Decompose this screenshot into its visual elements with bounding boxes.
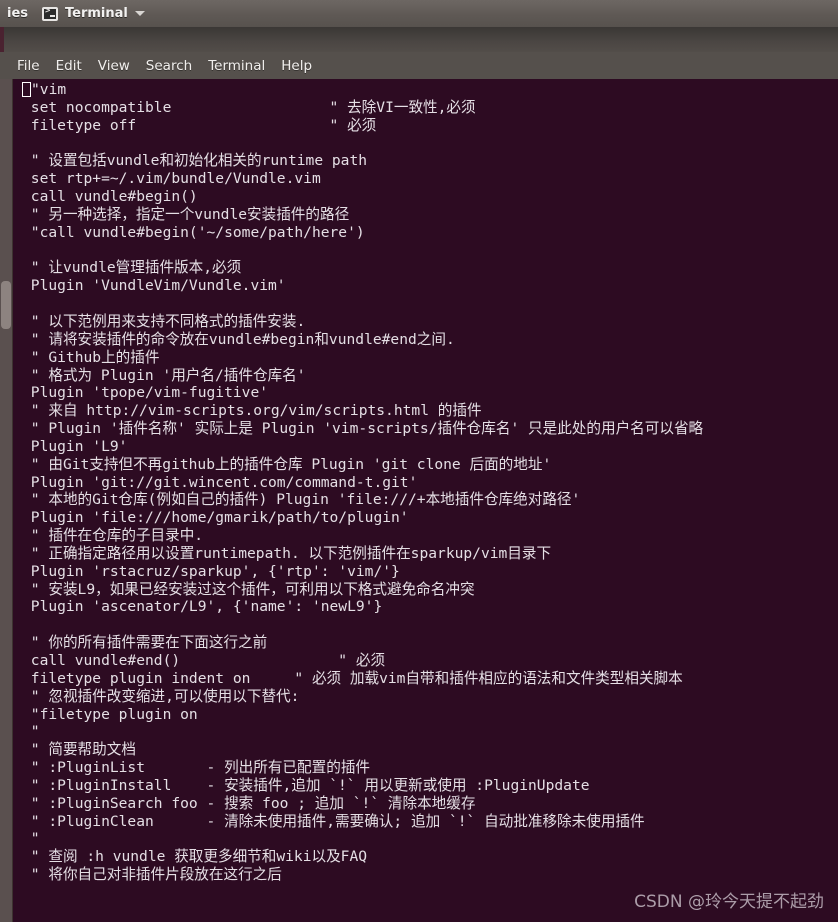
window-left-edge bbox=[0, 27, 4, 52]
terminal-line: " :PluginSearch foo - 搜索 foo ; 追加 `!` 清除… bbox=[22, 794, 476, 812]
terminal-line: " 本地的Git仓库(例如自己的插件) Plugin 'file:///+本地插… bbox=[22, 491, 581, 509]
terminal-line: " 忽视插件改变缩进,可以使用以下替代: bbox=[22, 687, 300, 705]
terminal-line: " bbox=[22, 723, 40, 741]
terminal-line: Plugin 'VundleVim/Vundle.vim' bbox=[22, 277, 286, 295]
csdn-watermark: CSDN @玲今天提不起劲 bbox=[634, 892, 824, 912]
menu-item-search[interactable]: Search bbox=[138, 56, 200, 76]
terminal-line: " 由Git支持但不再github上的插件仓库 Plugin 'git clon… bbox=[22, 455, 552, 473]
terminal-line: " 简要帮助文档 bbox=[22, 741, 136, 759]
window-titlebar-strip bbox=[0, 27, 838, 52]
terminal-line: " :PluginClean - 清除未使用插件,需要确认; 追加 `!` 自动… bbox=[22, 812, 645, 830]
terminal-icon bbox=[42, 6, 59, 21]
terminal-line: " 另一种选择，指定一个vundle安装插件的路径 bbox=[22, 205, 350, 223]
terminal-line: Plugin 'file:///home/gmarik/path/to/plug… bbox=[22, 509, 409, 527]
terminal-line: " 安装L9，如果已经安装过这个插件，可利用以下格式避免命名冲突 bbox=[22, 580, 475, 598]
terminal-line: filetype off " 必须 bbox=[22, 116, 377, 134]
menu-item-terminal[interactable]: Terminal bbox=[200, 56, 273, 76]
terminal-line: "filetype plugin on bbox=[22, 705, 198, 723]
terminal-line: "vim bbox=[14, 81, 838, 99]
terminal-line: set nocompatible " 去除VI一致性,必须 bbox=[22, 98, 476, 116]
terminal-window[interactable]: "vim set nocompatible " 去除VI一致性,必须 filet… bbox=[0, 79, 838, 922]
menu-item-help[interactable]: Help bbox=[273, 56, 320, 76]
terminal-line: " Github上的插件 bbox=[22, 348, 160, 366]
terminal-text-screen[interactable]: "vim set nocompatible " 去除VI一致性,必须 filet… bbox=[14, 79, 838, 922]
terminal-scrollbar[interactable] bbox=[0, 79, 13, 922]
terminal-line: " 以下范例用来支持不同格式的插件安装. bbox=[22, 312, 306, 330]
terminal-line: " 查阅 :h vundle 获取更多细节和wiki以及FAQ bbox=[22, 848, 368, 866]
terminal-line: " :PluginList - 列出所有已配置的插件 bbox=[22, 759, 371, 777]
menu-item-view[interactable]: View bbox=[90, 56, 138, 76]
terminal-menubar: File Edit View Search Terminal Help bbox=[0, 52, 838, 79]
terminal-line: " 格式为 Plugin '用户名/插件仓库名' bbox=[22, 366, 306, 384]
text-cursor bbox=[22, 82, 31, 97]
panel-app-title: Terminal bbox=[65, 6, 128, 21]
menu-item-edit[interactable]: Edit bbox=[48, 56, 90, 76]
menu-item-file[interactable]: File bbox=[9, 56, 48, 76]
app-menu-truncated-label[interactable]: ies bbox=[0, 0, 35, 27]
terminal-line: " 你的所有插件需要在下面这行之前 bbox=[22, 634, 268, 652]
terminal-line: " 请将安装插件的命令放在vundle#begin和vundle#end之间. bbox=[22, 330, 455, 348]
terminal-line: " 将你自己对非插件片段放在这行之后 bbox=[22, 866, 282, 884]
terminal-line: " 正确指定路径用以设置runtimepath. 以下范例插件在sparkup/… bbox=[22, 544, 552, 562]
terminal-line: call vundle#end() " 必须 bbox=[22, 652, 386, 669]
terminal-line: " 设置包括vundle和初始化相关的runtime path bbox=[22, 152, 368, 170]
terminal-line: "call vundle#begin('~/some/path/here') bbox=[22, 223, 365, 241]
terminal-line: Plugin 'rstacruz/sparkup', {'rtp': 'vim/… bbox=[22, 562, 400, 580]
chevron-down-icon[interactable] bbox=[134, 11, 145, 16]
terminal-line: " :PluginInstall - 安装插件,追加 `!` 用以更新或使用 :… bbox=[22, 776, 590, 794]
terminal-line: Plugin 'L9' bbox=[22, 437, 128, 455]
scrollbar-thumb[interactable] bbox=[1, 281, 11, 329]
terminal-line: filetype plugin indent on " 必须 加载vim自带和插… bbox=[22, 669, 683, 687]
app-indicator-terminal[interactable]: Terminal bbox=[35, 0, 152, 27]
terminal-line: Plugin 'git://git.wincent.com/command-t.… bbox=[22, 473, 418, 491]
terminal-line: Plugin 'ascenator/L9', {'name': 'newL9'} bbox=[22, 598, 383, 616]
terminal-line: set rtp+=~/.vim/bundle/Vundle.vim bbox=[22, 170, 321, 188]
terminal-line: " 插件在仓库的子目录中. bbox=[22, 527, 204, 545]
terminal-line: " 让vundle管理插件版本,必须 bbox=[22, 259, 242, 277]
unity-top-panel: ies Terminal bbox=[0, 0, 838, 27]
terminal-line: call vundle#begin() bbox=[22, 188, 198, 206]
terminal-line: " 来自 http://vim-scripts.org/vim/scripts.… bbox=[22, 402, 482, 420]
terminal-line: " Plugin '插件名称' 实际上是 Plugin 'vim-scripts… bbox=[22, 420, 704, 438]
terminal-line: " bbox=[22, 830, 40, 848]
terminal-line-text: "vim bbox=[31, 81, 67, 98]
terminal-line: Plugin 'tpope/vim-fugitive' bbox=[22, 384, 269, 402]
